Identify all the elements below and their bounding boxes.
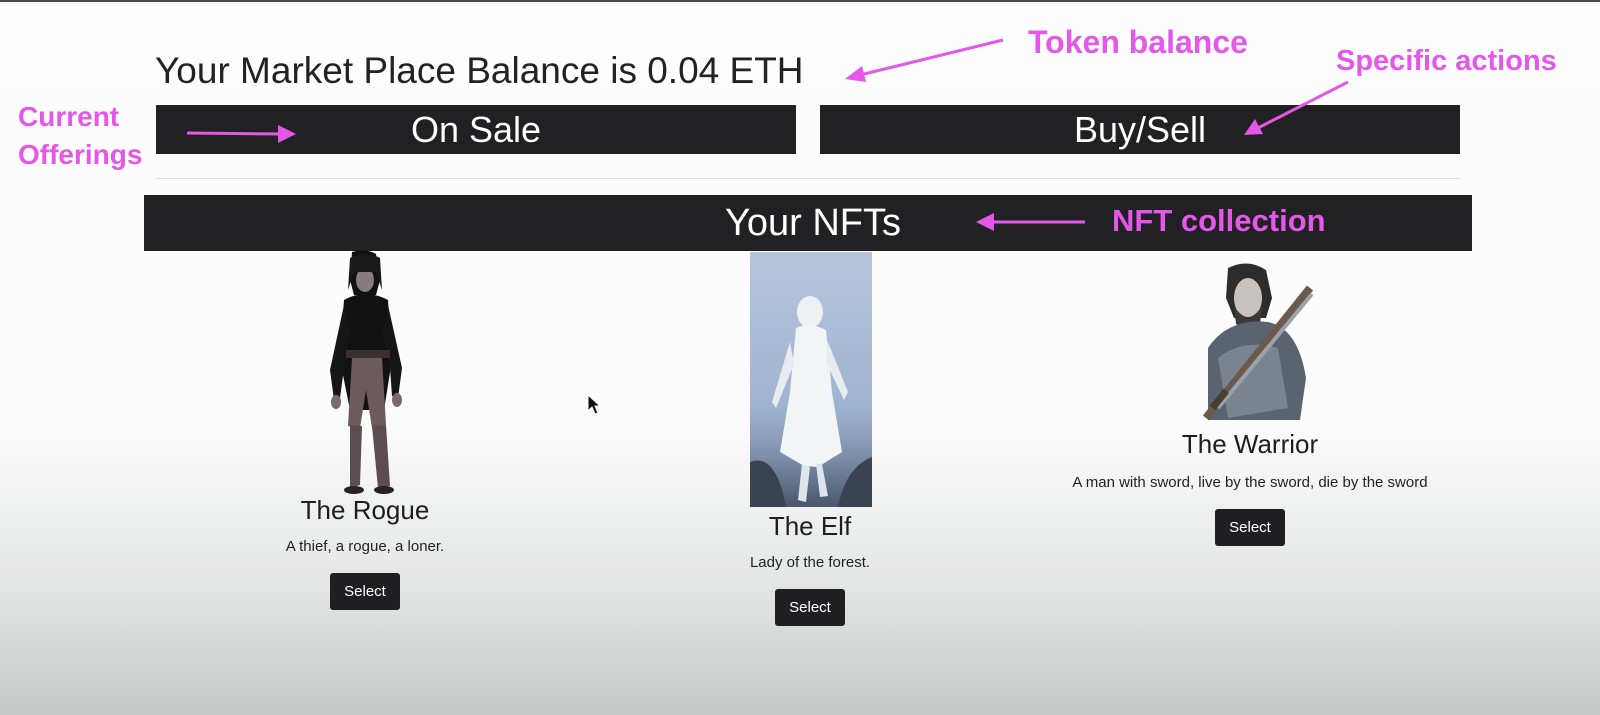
annotation-current-line2: Offerings [18, 139, 143, 170]
annotation-current-line1: Current [18, 101, 120, 132]
nft-name: The Elf [768, 511, 852, 541]
nft-description: A man with sword, live by the sword, die… [1072, 474, 1428, 491]
nft-card-rogue: The Rogue A thief, a rogue, a loner. Sel… [215, 250, 515, 610]
nft-name: The Rogue [300, 495, 430, 525]
nft-card-elf: The Elf Lady of the forest. Select [660, 252, 960, 626]
select-button[interactable]: Select [1215, 509, 1285, 546]
window-top-border [0, 0, 1600, 2]
annotation-token-balance: Token balance [1028, 24, 1248, 60]
mouse-cursor-icon [587, 394, 601, 415]
elf-image [750, 252, 872, 507]
annotation-nft-collection: NFT collection [1112, 203, 1326, 238]
annotation-specific-actions: Specific actions [1336, 45, 1557, 77]
rogue-image [330, 250, 402, 494]
warrior-image [1202, 263, 1313, 421]
section-divider [156, 178, 1460, 179]
select-button[interactable]: Select [330, 573, 400, 610]
on-sale-button[interactable]: On Sale [156, 105, 796, 154]
select-button[interactable]: Select [775, 589, 845, 626]
buy-sell-button[interactable]: Buy/Sell [820, 105, 1460, 154]
balance-heading: Your Market Place Balance is 0.04 ETH [155, 50, 804, 91]
nft-description: A thief, a rogue, a loner. [285, 538, 445, 555]
arrow-token-balance [845, 38, 1004, 82]
annotation-current-offerings: Current Offerings [18, 98, 142, 174]
nft-name: The Warrior [1181, 429, 1319, 459]
nft-description: Lady of the forest. [749, 554, 871, 571]
nft-card-warrior: The Warrior A man with sword, live by th… [1030, 258, 1470, 546]
